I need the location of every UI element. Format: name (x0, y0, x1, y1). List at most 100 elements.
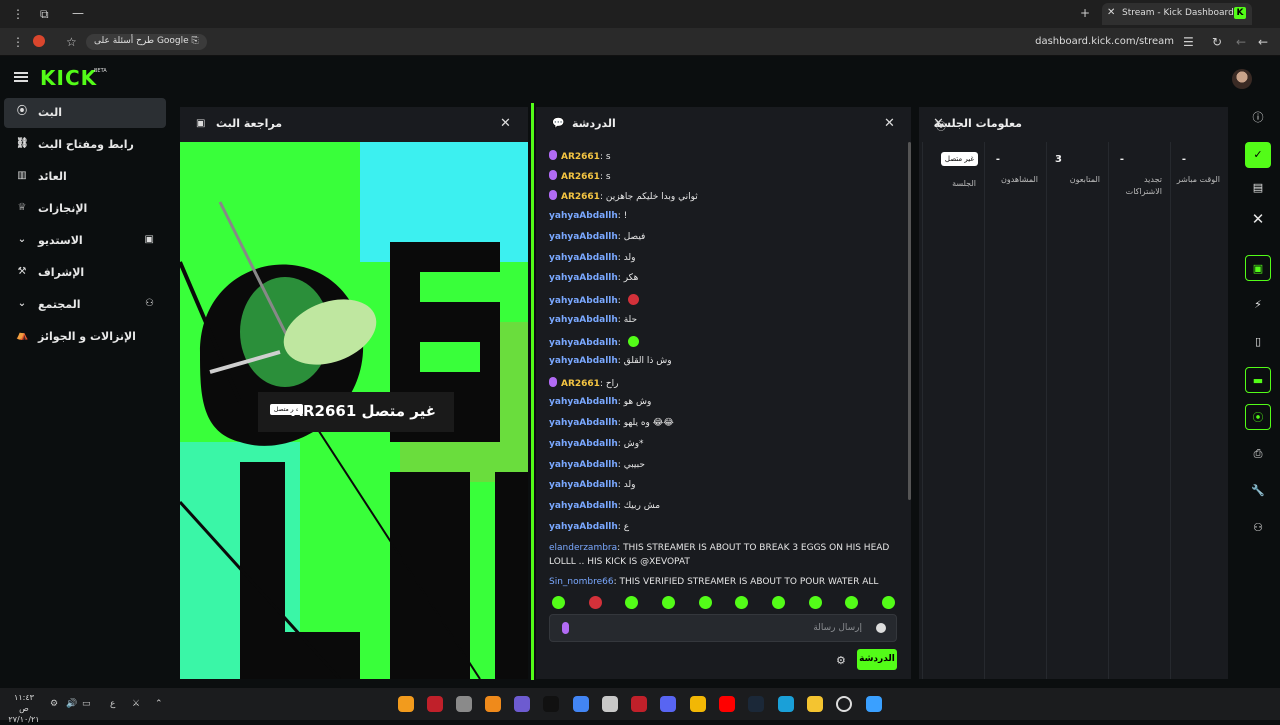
chat-username[interactable]: AR2661 (561, 379, 600, 389)
print-icon[interactable]: ⎙ (1245, 441, 1271, 467)
sidebar-item-drops[interactable]: ⛺ الإنزالات و الجوائز (4, 322, 166, 352)
tab-actions-icon[interactable]: ⧉ (40, 7, 49, 21)
extension-icon[interactable] (33, 35, 45, 47)
close-icon[interactable]: ✕ (884, 116, 895, 131)
chat-input[interactable]: إرسال رسالة (549, 614, 897, 642)
quick-emote-icon[interactable] (882, 596, 895, 609)
notes-icon[interactable]: ▯ (1245, 329, 1271, 355)
wrench-icon[interactable]: 🔧 (1245, 478, 1271, 504)
chat-username[interactable]: yahyaAbdallh (549, 356, 618, 366)
avatar[interactable] (1232, 69, 1252, 89)
minimize-icon[interactable]: — (72, 6, 84, 20)
calculator-icon[interactable] (602, 696, 618, 712)
more-icon[interactable]: ⋮ (12, 35, 24, 49)
chat-username[interactable]: yahyaAbdallh (549, 338, 618, 348)
emoji-icon[interactable] (876, 623, 886, 633)
quick-emote-icon[interactable] (552, 596, 565, 609)
tiktok-icon[interactable] (543, 696, 559, 712)
check-icon[interactable]: ✓ (1245, 142, 1271, 168)
media-icon[interactable] (514, 696, 530, 712)
new-tab-icon[interactable]: + (1080, 6, 1090, 20)
language-indicator[interactable]: ع (110, 699, 115, 709)
forward-icon[interactable]: ← (1236, 35, 1246, 49)
chat-username[interactable]: yahyaAbdallh (549, 211, 618, 221)
discord-icon[interactable] (660, 696, 676, 712)
search-icon[interactable] (836, 696, 852, 712)
app-icon[interactable] (456, 696, 472, 712)
sidebar-item-moderation[interactable]: ⚒ الإشراف (4, 258, 166, 288)
chat-username[interactable]: yahyaAbdallh (549, 232, 618, 242)
close-tab-icon[interactable]: ✕ (1107, 7, 1115, 18)
sidebar-item-studio[interactable]: ⌄ الاستديو ▣ (4, 226, 166, 256)
chat-settings-icon[interactable]: ⚙ (836, 654, 846, 667)
community-icon[interactable]: ⚇ (1245, 515, 1271, 541)
session-toggle-icon[interactable]: ⦿ (1245, 404, 1271, 430)
site-settings-icon[interactable]: ☰ (1183, 35, 1194, 49)
chat-username[interactable]: yahyaAbdallh (549, 418, 618, 428)
chat-send-button[interactable]: الدردشة (857, 649, 897, 670)
chat-username[interactable]: yahyaAbdallh (549, 253, 618, 263)
reload-icon[interactable]: ↻ (1212, 35, 1222, 49)
rockstar-icon[interactable] (690, 696, 706, 712)
chat-username[interactable]: yahyaAbdallh (549, 296, 618, 306)
app-icon[interactable] (485, 696, 501, 712)
chat-username[interactable]: yahyaAbdallh (549, 439, 618, 449)
quick-emote-icon[interactable] (845, 596, 858, 609)
steam-icon[interactable] (748, 696, 764, 712)
chat-username[interactable]: yahyaAbdallh (549, 460, 618, 470)
chat-username[interactable]: yahyaAbdallh (549, 273, 618, 283)
chrome-canary-icon[interactable] (398, 696, 414, 712)
system-clock[interactable]: ١١:٤٣ ص ٢٧/١٠/٢١ (8, 692, 40, 725)
close-layout-icon[interactable]: ✕ (1245, 206, 1271, 232)
bookmark-star-icon[interactable]: ☆ (66, 35, 77, 49)
url-field[interactable]: dashboard.kick.com/stream (1035, 36, 1174, 47)
volume-icon[interactable]: 🔊 (66, 699, 77, 709)
chat-username[interactable]: elanderzambra (549, 543, 617, 553)
tray-app-icon[interactable]: ⚔ (132, 699, 140, 709)
quick-emote-icon[interactable] (735, 596, 748, 609)
mic-icon[interactable] (562, 622, 569, 634)
chat-username[interactable]: yahyaAbdallh (549, 480, 618, 490)
chat-username[interactable]: AR2661 (561, 152, 600, 162)
sidebar-item-revenue[interactable]: ▥ العائد (4, 162, 166, 192)
chat-toggle-icon[interactable]: ▬ (1245, 367, 1271, 393)
browser-tab[interactable]: ✕ Stream - Kick Dashboard K (1102, 3, 1252, 25)
chat-username[interactable]: AR2661 (561, 172, 600, 182)
quick-emote-icon[interactable] (809, 596, 822, 609)
chat-username[interactable]: Sin_nombre66 (549, 577, 614, 587)
lightning-icon[interactable]: ⚡ (1245, 292, 1271, 318)
chat-scrollbar[interactable] (908, 142, 911, 500)
info-icon[interactable]: ⓘ (1245, 105, 1271, 131)
network-icon[interactable]: ⚙ (50, 699, 58, 709)
preview-toggle-icon[interactable]: ▣ (1245, 255, 1271, 281)
windows-start-icon[interactable] (866, 696, 882, 712)
panel-resize-handle[interactable] (531, 103, 534, 680)
sidebar-item-stream-key[interactable]: ⛓ رابط ومفتاح البث (4, 130, 166, 160)
acrobat-icon[interactable] (631, 696, 647, 712)
chrome-icon[interactable] (573, 696, 589, 712)
sidebar-item-stream[interactable]: ⦿ البث (4, 98, 166, 128)
layout-icon[interactable]: ▤ (1245, 175, 1271, 201)
close-icon[interactable]: ✕ (500, 116, 511, 131)
sidebar-item-community[interactable]: ⌄ المجتمع ⚇ (4, 290, 166, 320)
quick-emote-icon[interactable] (772, 596, 785, 609)
sidebar-item-achievements[interactable]: ♕ الإنجازات (4, 194, 166, 224)
chat-username[interactable]: AR2661 (561, 192, 600, 202)
acrobat-icon[interactable] (427, 696, 443, 712)
quick-emote-icon[interactable] (699, 596, 712, 609)
quick-emote-icon[interactable] (662, 596, 675, 609)
youtube-icon[interactable] (719, 696, 735, 712)
chat-username[interactable]: yahyaAbdallh (549, 315, 618, 325)
quick-emote-icon[interactable] (625, 596, 638, 609)
menu-dots-icon[interactable]: ⋮ (12, 7, 24, 21)
battery-icon[interactable]: ▭ (82, 699, 91, 709)
file-explorer-icon[interactable] (807, 696, 823, 712)
google-ask-chip[interactable]: طرح أسئلة على Google ⎘ (86, 34, 207, 50)
chat-username[interactable]: yahyaAbdallh (549, 501, 618, 511)
chat-username[interactable]: yahyaAbdallh (549, 522, 618, 532)
kick-logo[interactable]: KICK (40, 66, 97, 90)
edge-icon[interactable] (778, 696, 794, 712)
hamburger-menu-icon[interactable] (14, 72, 28, 82)
quick-emote-icon[interactable] (589, 596, 602, 609)
tray-expand-icon[interactable]: ⌃ (155, 699, 163, 709)
